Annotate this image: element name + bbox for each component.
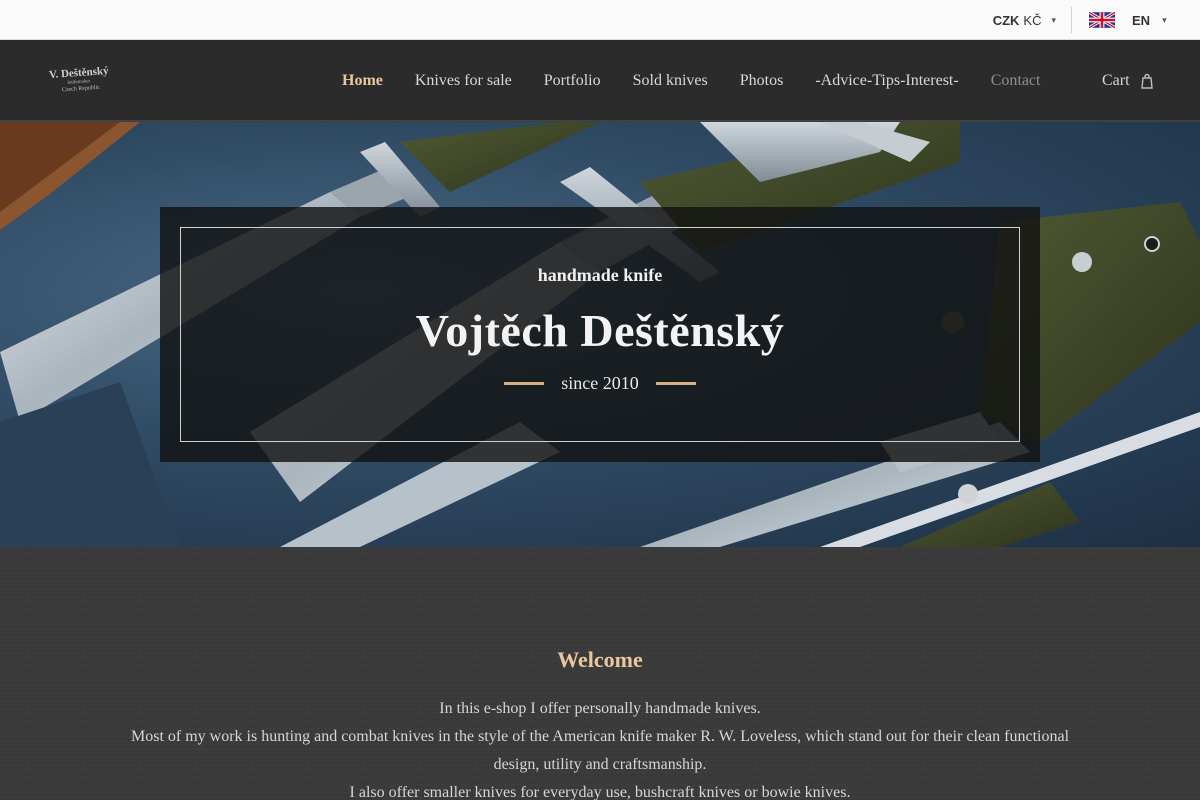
hero-title: Vojtěch Deštěnský — [415, 305, 785, 356]
welcome-paragraph: In this e-shop I offer personally handma… — [439, 700, 761, 717]
hero-overlay: handmade knife Vojtěch Deštěnský since 2… — [160, 207, 1040, 462]
nav-item-contact[interactable]: Contact — [991, 72, 1041, 90]
chevron-down-icon: ▾ — [1162, 14, 1167, 25]
welcome-heading: Welcome — [557, 647, 643, 672]
welcome-paragraph: Most of my work is hunting and combat kn… — [130, 728, 1070, 773]
language-code: EN — [1132, 12, 1151, 28]
top-bar: CZK KČ ▾ EN ▾ — [0, 0, 1200, 40]
nav-item-portfolio[interactable]: Portfolio — [544, 72, 601, 90]
nav-item-sold-knives[interactable]: Sold knives — [633, 72, 708, 90]
currency-selector[interactable]: CZK KČ ▾ — [993, 0, 1056, 40]
cart-button[interactable]: Cart — [1102, 40, 1154, 121]
currency-symbol: KČ — [1023, 12, 1042, 28]
hero-banner: handmade knife Vojtěch Deštěnský since 2… — [0, 122, 1200, 547]
decorative-line — [504, 382, 545, 385]
main-header: V. Deštěnský knifemaker Czech Republic H… — [0, 40, 1200, 121]
uk-flag-icon — [1089, 12, 1115, 28]
divider — [1071, 7, 1072, 33]
site-logo[interactable]: V. Deštěnský knifemaker Czech Republic — [42, 64, 116, 94]
since-row: since 2010 — [181, 373, 1019, 394]
nav-item-home[interactable]: Home — [342, 72, 383, 90]
hero-frame: handmade knife Vojtěch Deštěnský since 2… — [180, 227, 1020, 442]
currency-code: CZK — [992, 12, 1020, 28]
welcome-paragraph: I also offer smaller knives for everyday… — [349, 784, 851, 800]
cart-label: Cart — [1102, 71, 1130, 89]
welcome-section: Welcome In this e-shop I offer personall… — [0, 547, 1200, 800]
nav-item-advice[interactable]: -Advice-Tips-Interest- — [815, 72, 958, 90]
since-text: since 2010 — [561, 373, 639, 393]
cart-icon — [1140, 73, 1153, 89]
chevron-down-icon: ▾ — [1051, 14, 1056, 25]
logo-text: V. Deštěnský — [49, 65, 110, 81]
nav-item-photos[interactable]: Photos — [740, 72, 784, 90]
decorative-line — [655, 382, 696, 385]
language-selector[interactable]: EN ▾ — [1089, 0, 1167, 40]
hero-subtitle: handmade knife — [537, 265, 663, 285]
main-nav: Home Knives for sale Portfolio Sold kniv… — [342, 40, 1072, 121]
nav-item-knives-for-sale[interactable]: Knives for sale — [415, 72, 512, 90]
logo-small: Czech Republic — [62, 85, 101, 94]
